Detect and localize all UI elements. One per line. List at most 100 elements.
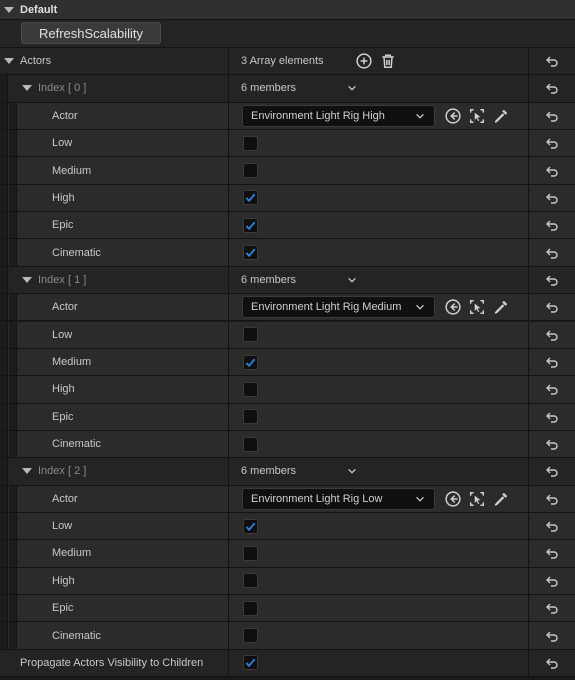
reset-to-default-button[interactable] [545,410,559,424]
flag-checkbox[interactable] [243,327,258,343]
reset-to-default-button[interactable] [545,218,559,232]
reset-to-default-button[interactable] [545,656,559,670]
expand-index-icon[interactable] [22,276,32,283]
reset-to-default-button[interactable] [545,382,559,396]
members-dropdown[interactable]: 6 members [241,82,358,94]
property-name-cell: Epic [0,212,229,239]
pick-actor-button[interactable] [491,297,511,317]
select-in-level-button[interactable] [467,489,487,509]
reset-arrow-icon [546,357,558,368]
property-value-cell [230,349,527,375]
property-value-cell: Environment Light Rig Low [230,486,527,512]
indent-guide [0,430,8,458]
index-label: Index [ 2 ] [38,465,87,478]
actor-value: Environment Light Rig Medium [251,301,402,314]
members-dropdown[interactable]: 6 members [241,465,358,477]
expand-actors-icon[interactable] [4,58,14,65]
flag-label: Cinematic [52,438,101,451]
property-value-cell [230,239,527,265]
index-label: Index [ 0 ] [38,82,87,95]
pick-actor-button[interactable] [491,106,511,126]
reset-to-default-button[interactable] [545,492,559,506]
flag-checkbox[interactable] [243,545,258,561]
reset-to-default-button[interactable] [545,136,559,150]
reset-to-default-button[interactable] [545,54,559,68]
flag-checkbox[interactable] [243,518,258,534]
use-selected-button[interactable] [443,106,463,126]
add-element-button[interactable] [354,51,374,71]
actor-picker-combo[interactable]: Environment Light Rig Low [242,487,435,510]
actor-picker-combo[interactable]: Environment Light Rig High [242,104,435,127]
reset-to-default-button[interactable] [545,109,559,123]
array-index-row: Index [ 2 ] 6 members [0,458,575,486]
flag-checkbox[interactable] [243,217,258,233]
flag-checkbox[interactable] [243,409,258,425]
flag-checkbox[interactable] [243,381,258,397]
actor-value: Environment Light Rig Low [251,492,383,505]
actor-property-row: Actor Environment Light Rig High [0,102,575,131]
reset-to-default-button[interactable] [545,273,559,287]
flag-row-high: High [0,567,575,596]
flag-checkbox[interactable] [243,600,258,616]
reset-column [528,294,575,321]
refresh-scalability-button[interactable]: RefreshScalability [21,22,161,44]
flag-checkbox[interactable] [243,436,258,452]
reset-to-default-button[interactable] [545,519,559,533]
actor-picker-combo[interactable]: Environment Light Rig Medium [242,296,435,319]
select-in-level-button[interactable] [467,297,487,317]
pick-actor-button[interactable] [491,489,511,509]
property-name-cell: Epic [0,403,229,430]
use-selected-icon [445,299,461,315]
flag-checkbox[interactable] [243,245,258,261]
property-name-cell: Index [ 2 ] [0,458,229,485]
reset-to-default-button[interactable] [545,464,559,478]
reset-column [528,348,575,376]
reset-column [528,649,575,677]
property-name-cell: Cinematic [0,430,229,458]
reset-arrow-icon [546,330,558,341]
members-dropdown[interactable]: 6 members [241,274,358,286]
flag-checkbox[interactable] [243,354,258,370]
use-selected-button[interactable] [443,489,463,509]
property-name-cell: Medium [0,157,229,184]
flag-checkbox[interactable] [243,163,258,179]
reset-to-default-button[interactable] [545,191,559,205]
reset-to-default-button[interactable] [545,437,559,451]
reset-to-default-button[interactable] [545,355,559,369]
flag-label: High [52,383,75,396]
add-element-icon [355,53,372,69]
collapse-triangle-icon[interactable] [4,6,14,13]
property-name-cell: Epic [0,595,229,622]
indent-guide [0,239,8,266]
reset-to-default-button[interactable] [545,164,559,178]
flag-checkbox[interactable] [243,190,258,206]
expand-index-icon[interactable] [22,468,32,475]
reset-to-default-button[interactable] [545,81,559,95]
reset-column [528,102,575,130]
reset-to-default-button[interactable] [545,546,559,560]
reset-to-default-button[interactable] [545,629,559,643]
indent-guide [0,513,8,540]
property-name-cell: High [0,184,229,212]
use-selected-button[interactable] [443,297,463,317]
reset-to-default-button[interactable] [545,300,559,314]
reset-to-default-button[interactable] [545,246,559,260]
flag-checkbox[interactable] [243,135,258,151]
flag-checkbox[interactable] [243,628,258,644]
propagate-checkbox[interactable] [243,655,258,671]
property-value-cell [230,513,527,539]
reset-arrow-icon [546,603,558,614]
indent-guide [9,294,17,321]
reset-to-default-button[interactable] [545,328,559,342]
delete-all-button[interactable] [378,51,398,71]
reset-to-default-button[interactable] [545,574,559,588]
flag-checkbox[interactable] [243,573,258,589]
reset-to-default-button[interactable] [545,601,559,615]
property-value-cell [230,568,527,594]
category-header-default[interactable]: Default [0,0,575,20]
indent-guide [0,485,8,512]
indent-guide [9,430,17,458]
select-in-level-icon [469,491,485,506]
expand-index-icon[interactable] [22,85,32,92]
select-in-level-button[interactable] [467,106,487,126]
